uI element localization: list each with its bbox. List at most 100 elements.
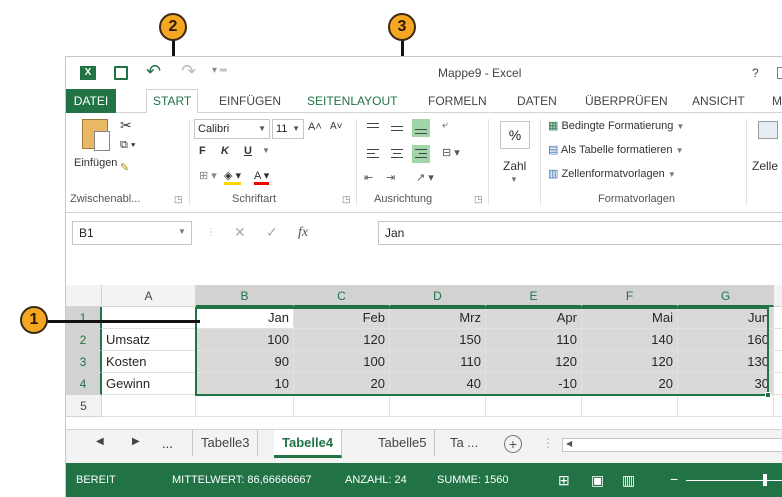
cut-icon[interactable]: ✂ (120, 117, 132, 134)
cell[interactable]: Gewinn (102, 373, 196, 395)
tab-file[interactable]: DATEI (66, 89, 116, 113)
cell[interactable] (196, 395, 294, 417)
font-color-icon[interactable]: A ▾ (254, 169, 270, 185)
row-header[interactable]: 4 (66, 373, 102, 395)
cell[interactable] (582, 395, 678, 417)
border-icon[interactable]: ⊞ ▾ (199, 169, 217, 182)
tab-insert[interactable]: EINFÜGEN (219, 94, 281, 108)
sheet-tab-tabelle3[interactable]: Tabelle3 (192, 430, 259, 456)
scroll-left-icon[interactable]: ◀ (96, 436, 104, 447)
cell[interactable] (102, 307, 196, 329)
cell[interactable] (774, 329, 782, 351)
column-header-e[interactable]: E (486, 285, 582, 307)
insert-function-icon[interactable]: fx (298, 225, 308, 241)
zoom-thumb[interactable] (763, 474, 767, 486)
select-all-corner[interactable] (66, 285, 102, 307)
column-header-g[interactable]: G (678, 285, 774, 307)
percent-button[interactable]: % (500, 121, 530, 149)
sheet-tab-tabelle5[interactable]: Tabelle5 (370, 430, 436, 456)
number-dropdown-icon[interactable]: ▼ (510, 175, 518, 184)
orientation-icon[interactable]: ↗ ▾ (416, 171, 434, 184)
cell[interactable] (678, 395, 774, 417)
font-launcher-icon[interactable]: ◳ (342, 194, 351, 205)
row-header[interactable]: 2 (66, 329, 102, 351)
alignment-launcher-icon[interactable]: ◳ (474, 194, 483, 205)
sheet-tab-tabelle4[interactable]: Tabelle4 (274, 430, 343, 458)
cells-icon[interactable] (758, 121, 778, 139)
cell[interactable] (774, 307, 782, 329)
font-size-select[interactable]: 11 ▼ (272, 119, 304, 139)
column-header-d[interactable]: D (390, 285, 486, 307)
paste-button[interactable]: Einfügen (74, 157, 117, 169)
undo-icon[interactable]: ↶ (146, 61, 161, 82)
cell[interactable] (774, 373, 782, 395)
row-header[interactable]: 3 (66, 351, 102, 373)
align-bottom-icon[interactable] (412, 119, 430, 137)
name-box[interactable]: B1 (72, 221, 192, 245)
align-middle-icon[interactable] (388, 119, 406, 137)
conditional-format-button[interactable]: ▦ Bedingte Formatierung ▼ (548, 119, 684, 132)
name-box-dropdown-icon[interactable]: ▼ (178, 227, 186, 236)
scrollbar-left-arrow-icon[interactable]: ◀ (566, 439, 572, 448)
italic-button[interactable]: K (221, 145, 229, 157)
tab-splitter-icon[interactable]: ⋮ (542, 436, 554, 450)
align-top-icon[interactable] (364, 119, 382, 137)
decrease-indent-icon[interactable]: ⇤ (364, 171, 373, 184)
save-icon[interactable] (114, 66, 128, 80)
sheet-tab-more[interactable]: Ta ... (442, 430, 486, 456)
number-format-button[interactable]: Zahl (503, 159, 526, 173)
cell[interactable]: Kosten (102, 351, 196, 373)
cell[interactable] (774, 351, 782, 373)
redo-icon[interactable]: ↷ (181, 61, 196, 82)
shrink-font-icon[interactable]: A˅ (330, 121, 343, 132)
clipboard-launcher-icon[interactable]: ◳ (174, 194, 183, 205)
normal-view-icon[interactable]: ⊞ (558, 472, 570, 489)
align-center-icon[interactable] (388, 145, 406, 163)
more-sheets-left[interactable]: ... (162, 436, 173, 451)
cell[interactable] (486, 395, 582, 417)
underline-dropdown-icon[interactable]: ▼ (262, 146, 270, 155)
column-header-c[interactable]: C (294, 285, 390, 307)
enter-icon[interactable]: ✓ (266, 224, 278, 241)
align-left-icon[interactable] (364, 145, 382, 163)
cell[interactable] (294, 395, 390, 417)
row-header[interactable]: 5 (66, 395, 102, 417)
column-header-b[interactable]: B (196, 285, 294, 307)
fill-color-icon[interactable]: ◈ ▾ (224, 169, 242, 185)
formula-input[interactable]: Jan (378, 221, 782, 245)
cell[interactable] (102, 395, 196, 417)
page-layout-view-icon[interactable]: ▣ (591, 472, 604, 489)
tab-start[interactable]: START (146, 89, 199, 114)
help-icon[interactable]: ? (752, 66, 759, 80)
tab-review[interactable]: ÜBERPRÜFEN (585, 94, 668, 108)
fill-handle[interactable] (765, 392, 771, 398)
align-right-icon[interactable] (412, 145, 430, 163)
tab-page-layout[interactable]: SEITENLAYOUT (307, 94, 397, 108)
wrap-text-icon[interactable]: ⤶ (442, 119, 448, 132)
cell[interactable] (774, 395, 782, 417)
tab-more[interactable]: M (772, 94, 782, 108)
underline-button[interactable]: U (244, 145, 252, 157)
cell-styles-button[interactable]: ▥ Zellenformatvorlagen ▼ (548, 167, 676, 180)
quick-access-dropdown-icon[interactable]: ▾ ═ (212, 65, 227, 76)
column-header-f[interactable]: F (582, 285, 678, 307)
scroll-right-icon[interactable]: ▶ (132, 436, 140, 447)
merge-center-icon[interactable]: ⊟ ▾ (442, 146, 460, 159)
column-header-a[interactable]: A (102, 285, 196, 307)
zoom-slider[interactable] (686, 480, 782, 481)
cells-button[interactable]: Zelle (752, 159, 778, 173)
format-painter-icon[interactable]: ✎ (120, 161, 129, 174)
page-break-view-icon[interactable]: ▥ (622, 472, 635, 489)
font-name-select[interactable]: Calibri ▼ (194, 119, 270, 139)
zoom-out-icon[interactable]: − (670, 471, 678, 487)
horizontal-scrollbar[interactable] (562, 438, 782, 452)
copy-icon[interactable]: ⧉ ▾ (120, 139, 136, 152)
cell[interactable]: Umsatz (102, 329, 196, 351)
cell[interactable] (390, 395, 486, 417)
format-as-table-button[interactable]: ▤ Als Tabelle formatieren ▼ (548, 143, 684, 156)
ribbon-options-icon[interactable] (777, 67, 782, 79)
grow-font-icon[interactable]: A˄ (308, 121, 322, 133)
tab-view[interactable]: ANSICHT (692, 94, 745, 108)
row-header[interactable]: 1 (66, 307, 102, 329)
bold-button[interactable]: F (199, 145, 206, 157)
